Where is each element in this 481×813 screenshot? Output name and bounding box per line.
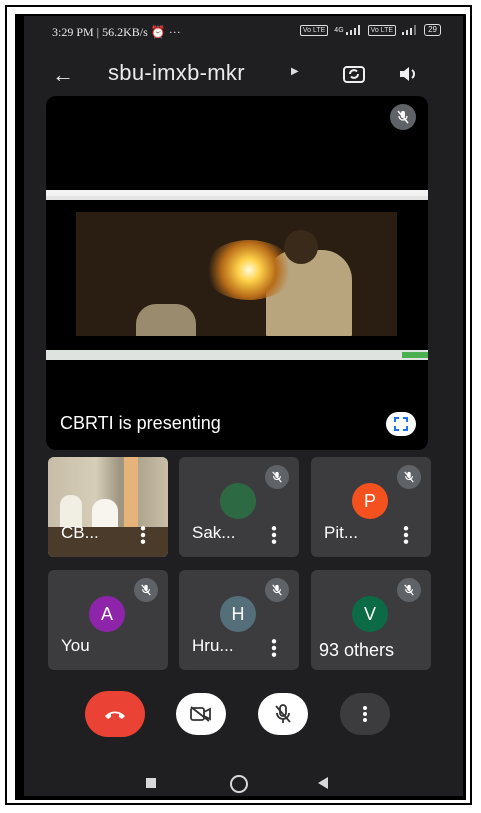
avatar: H [220, 596, 256, 632]
participant-name: CB... [61, 523, 99, 542]
battery-icon: 29 [424, 24, 441, 36]
video-off-icon [190, 706, 211, 722]
presentation-tile[interactable]: CBRTI is presenting [46, 96, 428, 450]
participant-name: Hru... [192, 636, 234, 655]
participant-tile[interactable]: V 93 others [311, 570, 431, 670]
mic-off-icon [390, 104, 416, 130]
more-vertical-icon[interactable] [269, 638, 279, 658]
shared-window-controls [46, 350, 428, 360]
meeting-code[interactable]: sbu-imxb-mkr [108, 60, 245, 86]
arrow-left-icon[interactable]: ← [52, 62, 74, 88]
participant-name: Pit... [324, 523, 359, 542]
participant-tile[interactable]: Sak... [179, 457, 299, 557]
circle-icon[interactable] [230, 775, 248, 793]
status-time: 3:29 PM | 56.2KB/s ⏰ ··· [52, 25, 181, 39]
mic-off-icon [275, 704, 291, 723]
avatar: P [352, 483, 388, 519]
status-bar: 3:29 PM | 56.2KB/s ⏰ ··· Vo LTE 4G Vo LT… [24, 16, 463, 46]
shared-window-menubar [46, 196, 428, 200]
participant-tile[interactable]: CB... [48, 457, 168, 557]
presenting-label: CBRTI is presenting [60, 413, 221, 433]
phone-hangup-icon [105, 711, 125, 719]
signal-icon-2 [402, 25, 417, 35]
avatar [220, 483, 256, 519]
participant-name[interactable]: 93 others [319, 640, 394, 661]
camera-switch-icon[interactable] [342, 62, 366, 86]
mic-off-icon [265, 578, 289, 602]
volte-icon: Vo LTE [299, 24, 329, 36]
participant-tile[interactable]: A You [48, 570, 168, 670]
avatar: A [89, 596, 125, 632]
meeting-header: ← sbu-imxb-mkr ▶ [24, 54, 463, 94]
triangle-back-icon[interactable] [318, 777, 328, 789]
mic-toggle-button[interactable] [258, 693, 308, 735]
signal-icon [345, 25, 360, 35]
network-label: 4G [334, 26, 344, 34]
volte-icon-2: Vo LTE [367, 24, 397, 36]
status-icons: Vo LTE 4G Vo LTE 29 [299, 24, 441, 36]
speaker-icon[interactable] [396, 62, 420, 86]
square-icon[interactable] [146, 778, 156, 788]
mic-off-icon [397, 465, 421, 489]
more-vertical-icon[interactable] [401, 525, 411, 545]
participant-name: You [61, 636, 90, 655]
participant-tile[interactable]: P Pit... [311, 457, 431, 557]
more-vertical-icon [363, 706, 367, 722]
meet-screen: 3:29 PM | 56.2KB/s ⏰ ··· Vo LTE 4G Vo LT… [24, 16, 463, 796]
mic-off-icon [134, 578, 158, 602]
caret-right-icon[interactable]: ▶ [291, 66, 299, 77]
more-options-button[interactable] [340, 693, 390, 735]
end-call-button[interactable] [85, 691, 145, 737]
participant-name: Sak... [192, 523, 236, 542]
avatar: V [352, 596, 388, 632]
participant-tile[interactable]: H Hru... [179, 570, 299, 670]
fullscreen-button[interactable] [386, 412, 416, 436]
more-vertical-icon[interactable] [269, 525, 279, 545]
mic-off-icon [397, 578, 421, 602]
camera-toggle-button[interactable] [176, 693, 226, 735]
fullscreen-icon [394, 417, 408, 431]
mic-off-icon [265, 465, 289, 489]
more-vertical-icon[interactable] [138, 525, 148, 545]
shared-video [76, 212, 397, 336]
